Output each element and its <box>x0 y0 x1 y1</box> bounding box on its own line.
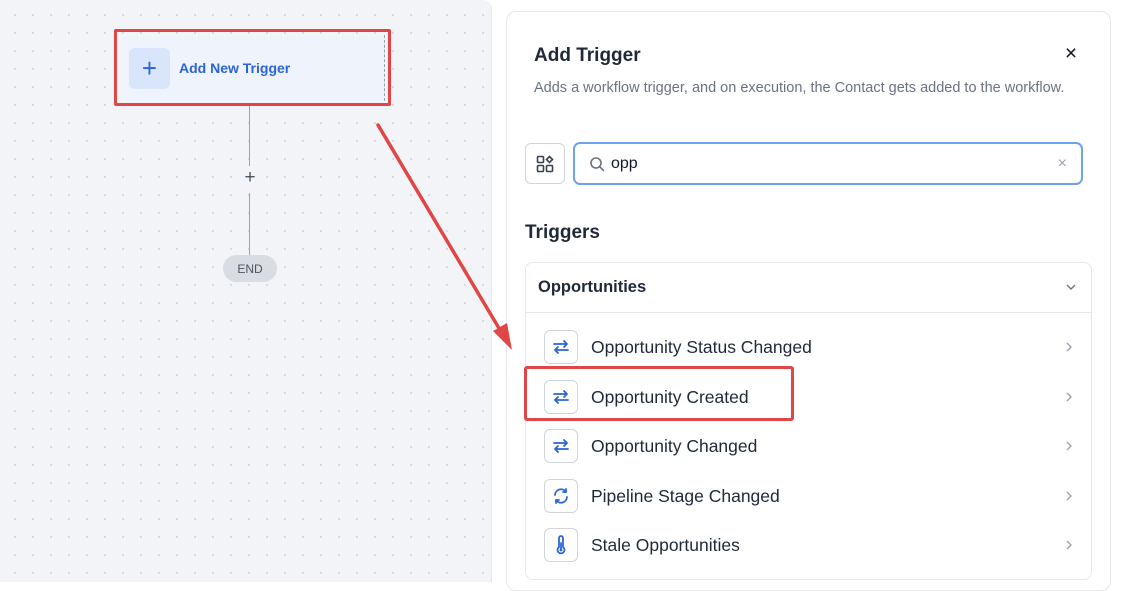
highlight-box-opportunity-created <box>524 366 794 421</box>
opportunities-group-header[interactable]: Opportunities <box>526 263 1091 313</box>
swap-arrows-icon <box>544 330 578 364</box>
refresh-icon <box>544 479 578 513</box>
trigger-item-label: Opportunity Status Changed <box>591 336 812 357</box>
connector-line <box>249 106 250 166</box>
highlight-box-trigger <box>114 29 391 106</box>
trigger-item-label: Pipeline Stage Changed <box>591 485 780 506</box>
chevron-down-icon <box>1066 284 1076 290</box>
close-icon[interactable]: × <box>1060 43 1082 65</box>
trigger-item-label: Opportunity Changed <box>591 435 758 456</box>
trigger-item-opportunity-status-changed[interactable]: Opportunity Status Changed <box>544 327 1084 367</box>
add-step-button[interactable]: + <box>241 168 259 188</box>
chevron-right-icon <box>1066 491 1072 501</box>
thermometer-icon <box>544 528 578 562</box>
end-node: END <box>223 255 277 282</box>
clear-search-icon[interactable]: × <box>1058 154 1067 174</box>
swap-arrows-icon <box>544 429 578 463</box>
search-icon <box>590 156 605 171</box>
panel-description: Adds a workflow trigger, and on executio… <box>534 80 1065 96</box>
trigger-item-stale-opportunities[interactable]: Stale Opportunities <box>544 525 1084 565</box>
chevron-right-icon <box>1066 441 1072 451</box>
chevron-right-icon <box>1066 342 1072 352</box>
chevron-right-icon <box>1066 392 1072 402</box>
grid-view-button[interactable] <box>525 143 565 184</box>
search-input[interactable] <box>611 154 1031 173</box>
trigger-item-pipeline-stage-changed[interactable]: Pipeline Stage Changed <box>544 476 1084 516</box>
opportunities-group: Opportunities Opportunity Status Changed… <box>525 262 1092 580</box>
apps-grid-icon <box>536 154 554 172</box>
triggers-section-title: Triggers <box>525 222 600 243</box>
connector-line <box>249 193 250 255</box>
trigger-item-opportunity-changed[interactable]: Opportunity Changed <box>544 426 1084 466</box>
trigger-item-label: Stale Opportunities <box>591 534 740 555</box>
chevron-right-icon <box>1066 540 1072 550</box>
panel-title: Add Trigger <box>534 45 641 66</box>
search-field[interactable]: × <box>573 142 1083 185</box>
group-title: Opportunities <box>538 278 647 296</box>
